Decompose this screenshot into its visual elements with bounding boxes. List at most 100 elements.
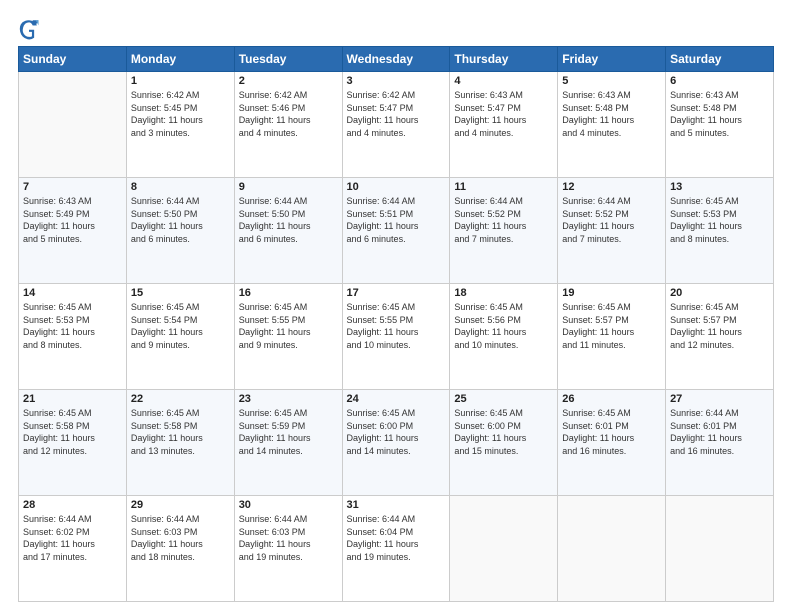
calendar-cell: 30Sunrise: 6:44 AM Sunset: 6:03 PM Dayli… — [234, 496, 342, 602]
logo — [18, 18, 44, 40]
day-number: 1 — [131, 75, 230, 87]
calendar-header-wednesday: Wednesday — [342, 47, 450, 72]
calendar-cell: 1 Sunrise: 6:42 AM Sunset: 5:45 PM Daylig… — [126, 72, 234, 178]
day-number: 14 — [23, 287, 122, 299]
calendar-cell: 24 Sunrise: 6:45 AM Sunset: 6:00 PM Dayli… — [342, 390, 450, 496]
day-number: 15 — [131, 287, 230, 299]
calendar-header-thursday: Thursday — [450, 47, 558, 72]
calendar-cell: 2 Sunrise: 6:42 AM Sunset: 5:46 PM Daylig… — [234, 72, 342, 178]
day-number: 26 — [562, 393, 661, 405]
calendar-cell — [666, 496, 774, 602]
calendar-cell: 18 Sunrise: 6:45 AM Sunset: 5:56 PM Dayli… — [450, 284, 558, 390]
calendar-cell: 10 Sunrise: 6:44 AM Sunset: 5:51 PM Dayli… — [342, 178, 450, 284]
day-number: 6 — [670, 75, 769, 87]
calendar-header-friday: Friday — [558, 47, 666, 72]
logo-icon — [18, 18, 40, 40]
cell-info: Sunrise: 6:45 AM Sunset: 5:53 PM Dayligh… — [23, 301, 122, 351]
day-number: 25 — [454, 393, 553, 405]
cell-info: Sunrise: 6:42 AM Sunset: 5:45 PM Dayligh… — [131, 89, 230, 139]
cell-info: Sunrise: 6:45 AM Sunset: 5:56 PM Dayligh… — [454, 301, 553, 351]
cell-info: Sunrise: 6:42 AM Sunset: 5:46 PM Dayligh… — [239, 89, 338, 139]
day-number: 30 — [239, 499, 338, 511]
calendar-week-2: 7 Sunrise: 6:43 AM Sunset: 5:49 PM Daylig… — [19, 178, 774, 284]
calendar-cell: 26 Sunrise: 6:45 AM Sunset: 6:01 PM Dayli… — [558, 390, 666, 496]
calendar-cell: 3Sunrise: 6:42 AM Sunset: 5:47 PM Daylig… — [342, 72, 450, 178]
day-number: 31 — [347, 499, 446, 511]
calendar-cell: 22 Sunrise: 6:45 AM Sunset: 5:58 PM Dayli… — [126, 390, 234, 496]
calendar-cell: 6Sunrise: 6:43 AM Sunset: 5:48 PM Daylig… — [666, 72, 774, 178]
day-number: 18 — [454, 287, 553, 299]
cell-info: Sunrise: 6:45 AM Sunset: 6:01 PM Dayligh… — [562, 407, 661, 457]
calendar-week-5: 28 Sunrise: 6:44 AM Sunset: 6:02 PM Dayli… — [19, 496, 774, 602]
calendar-cell — [19, 72, 127, 178]
calendar-header-monday: Monday — [126, 47, 234, 72]
calendar-cell: 8Sunrise: 6:44 AM Sunset: 5:50 PM Daylig… — [126, 178, 234, 284]
calendar-table: SundayMondayTuesdayWednesdayThursdayFrid… — [18, 46, 774, 602]
day-number: 22 — [131, 393, 230, 405]
day-number: 11 — [454, 181, 553, 193]
day-number: 27 — [670, 393, 769, 405]
calendar-cell: 9 Sunrise: 6:44 AM Sunset: 5:50 PM Daylig… — [234, 178, 342, 284]
day-number: 12 — [562, 181, 661, 193]
day-number: 9 — [239, 181, 338, 193]
day-number: 28 — [23, 499, 122, 511]
calendar-cell — [558, 496, 666, 602]
day-number: 16 — [239, 287, 338, 299]
day-number: 4 — [454, 75, 553, 87]
cell-info: Sunrise: 6:45 AM Sunset: 5:55 PM Dayligh… — [239, 301, 338, 351]
calendar-cell: 19 Sunrise: 6:45 AM Sunset: 5:57 PM Dayli… — [558, 284, 666, 390]
day-number: 5 — [562, 75, 661, 87]
calendar-cell: 14 Sunrise: 6:45 AM Sunset: 5:53 PM Dayli… — [19, 284, 127, 390]
cell-info: Sunrise: 6:45 AM Sunset: 5:57 PM Dayligh… — [670, 301, 769, 351]
calendar-cell: 5 Sunrise: 6:43 AM Sunset: 5:48 PM Daylig… — [558, 72, 666, 178]
day-number: 7 — [23, 181, 122, 193]
cell-info: Sunrise: 6:44 AM Sunset: 6:04 PM Dayligh… — [347, 513, 446, 563]
calendar-cell: 12 Sunrise: 6:44 AM Sunset: 5:52 PM Dayli… — [558, 178, 666, 284]
cell-info: Sunrise: 6:43 AM Sunset: 5:49 PM Dayligh… — [23, 195, 122, 245]
day-number: 3 — [347, 75, 446, 87]
day-number: 13 — [670, 181, 769, 193]
calendar-cell: 11Sunrise: 6:44 AM Sunset: 5:52 PM Dayli… — [450, 178, 558, 284]
day-number: 21 — [23, 393, 122, 405]
calendar-cell: 20 Sunrise: 6:45 AM Sunset: 5:57 PM Dayli… — [666, 284, 774, 390]
day-number: 2 — [239, 75, 338, 87]
calendar-cell: 17 Sunrise: 6:45 AM Sunset: 5:55 PM Dayli… — [342, 284, 450, 390]
calendar-header-tuesday: Tuesday — [234, 47, 342, 72]
calendar-cell: 23Sunrise: 6:45 AM Sunset: 5:59 PM Dayli… — [234, 390, 342, 496]
calendar-header-sunday: Sunday — [19, 47, 127, 72]
cell-info: Sunrise: 6:44 AM Sunset: 5:52 PM Dayligh… — [562, 195, 661, 245]
calendar-week-3: 14 Sunrise: 6:45 AM Sunset: 5:53 PM Dayli… — [19, 284, 774, 390]
calendar-cell: 31 Sunrise: 6:44 AM Sunset: 6:04 PM Dayli… — [342, 496, 450, 602]
cell-info: Sunrise: 6:44 AM Sunset: 5:51 PM Dayligh… — [347, 195, 446, 245]
cell-info: Sunrise: 6:45 AM Sunset: 5:53 PM Dayligh… — [670, 195, 769, 245]
cell-info: Sunrise: 6:44 AM Sunset: 6:01 PM Dayligh… — [670, 407, 769, 457]
cell-info: Sunrise: 6:43 AM Sunset: 5:48 PM Dayligh… — [562, 89, 661, 139]
calendar-cell: 15 Sunrise: 6:45 AM Sunset: 5:54 PM Dayli… — [126, 284, 234, 390]
calendar-week-1: 1 Sunrise: 6:42 AM Sunset: 5:45 PM Daylig… — [19, 72, 774, 178]
calendar-cell: 13 Sunrise: 6:45 AM Sunset: 5:53 PM Dayli… — [666, 178, 774, 284]
day-number: 29 — [131, 499, 230, 511]
page: SundayMondayTuesdayWednesdayThursdayFrid… — [0, 0, 792, 612]
day-number: 10 — [347, 181, 446, 193]
cell-info: Sunrise: 6:43 AM Sunset: 5:47 PM Dayligh… — [454, 89, 553, 139]
day-number: 17 — [347, 287, 446, 299]
calendar-cell — [450, 496, 558, 602]
day-number: 20 — [670, 287, 769, 299]
cell-info: Sunrise: 6:45 AM Sunset: 5:57 PM Dayligh… — [562, 301, 661, 351]
calendar-header-row: SundayMondayTuesdayWednesdayThursdayFrid… — [19, 47, 774, 72]
header — [18, 18, 774, 40]
cell-info: Sunrise: 6:44 AM Sunset: 5:50 PM Dayligh… — [239, 195, 338, 245]
day-number: 24 — [347, 393, 446, 405]
calendar-cell: 28 Sunrise: 6:44 AM Sunset: 6:02 PM Dayli… — [19, 496, 127, 602]
cell-info: Sunrise: 6:45 AM Sunset: 6:00 PM Dayligh… — [454, 407, 553, 457]
calendar-cell: 21 Sunrise: 6:45 AM Sunset: 5:58 PM Dayli… — [19, 390, 127, 496]
cell-info: Sunrise: 6:45 AM Sunset: 5:58 PM Dayligh… — [23, 407, 122, 457]
calendar-week-4: 21 Sunrise: 6:45 AM Sunset: 5:58 PM Dayli… — [19, 390, 774, 496]
day-number: 19 — [562, 287, 661, 299]
cell-info: Sunrise: 6:45 AM Sunset: 5:55 PM Dayligh… — [347, 301, 446, 351]
cell-info: Sunrise: 6:45 AM Sunset: 6:00 PM Dayligh… — [347, 407, 446, 457]
cell-info: Sunrise: 6:45 AM Sunset: 5:54 PM Dayligh… — [131, 301, 230, 351]
calendar-cell: 25 Sunrise: 6:45 AM Sunset: 6:00 PM Dayli… — [450, 390, 558, 496]
cell-info: Sunrise: 6:44 AM Sunset: 6:02 PM Dayligh… — [23, 513, 122, 563]
cell-info: Sunrise: 6:45 AM Sunset: 5:58 PM Dayligh… — [131, 407, 230, 457]
